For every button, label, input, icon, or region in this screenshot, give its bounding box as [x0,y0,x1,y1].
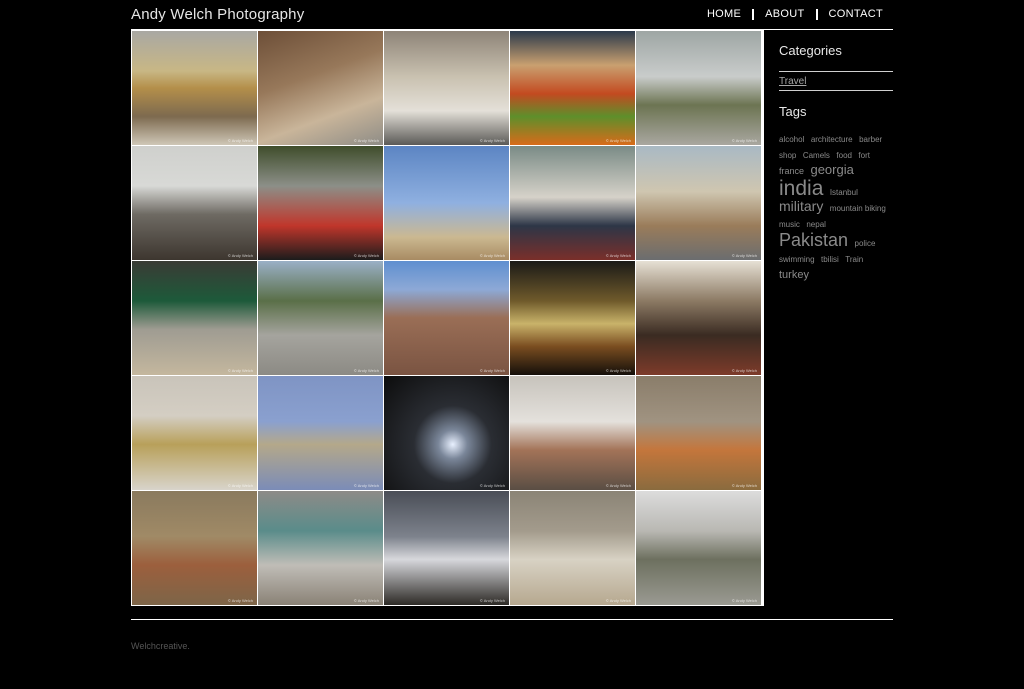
main-nav: HOME ABOUT CONTACT [707,8,883,20]
tag-link[interactable]: fort [858,151,870,160]
photo-watermark: © Andy Welch [479,368,505,373]
photo-watermark: © Andy Welch [605,598,631,603]
blue-wall-photo[interactable]: © Andy Welch [258,376,383,490]
city-square-photo[interactable]: © Andy Welch [258,261,383,375]
photo-watermark: © Andy Welch [731,368,757,373]
photo-watermark: © Andy Welch [605,253,631,258]
drummer-photo[interactable]: © Andy Welch [636,261,761,375]
tag-link[interactable]: swimming [779,255,815,264]
laptop-men-photo[interactable]: © Andy Welch [510,146,635,260]
tag-link[interactable]: Pakistan [779,230,848,250]
armored-vehicle-photo[interactable]: © Andy Welch [636,491,761,605]
photo-watermark: © Andy Welch [479,483,505,488]
photo-watermark: © Andy Welch [605,483,631,488]
golden-temple-photo[interactable]: © Andy Welch [132,31,257,145]
tag-link[interactable]: india [779,177,823,200]
tag-link[interactable]: architecture [811,135,853,144]
nav-home[interactable]: HOME [707,8,741,20]
footer-credit[interactable]: Welchcreative. [131,641,190,651]
man-with-photo-photo[interactable]: © Andy Welch [258,146,383,260]
tag-link[interactable]: alcohol [779,135,804,144]
photo-watermark: © Andy Welch [479,598,505,603]
photo-watermark: © Andy Welch [227,368,253,373]
fort-wall-photo[interactable]: © Andy Welch [384,261,509,375]
tag-link[interactable]: turkey [779,269,809,281]
photo-watermark: © Andy Welch [731,253,757,258]
sunset-clouds-photo[interactable]: © Andy Welch [510,261,635,375]
site-header: Andy Welch Photography HOME ABOUT CONTAC… [131,0,893,30]
elders-seated-photo[interactable]: © Andy Welch [384,31,509,145]
nav-divider [752,8,755,20]
mountain-biker-photo[interactable]: © Andy Welch [258,31,383,145]
camels-desert-photo[interactable]: © Andy Welch [510,491,635,605]
photo-watermark: © Andy Welch [353,253,379,258]
tag-link[interactable]: Camels [803,151,830,160]
jumping-boy-photo[interactable]: © Andy Welch [384,146,509,260]
photo-watermark: © Andy Welch [227,138,253,143]
tag-link[interactable]: police [855,239,876,248]
shore-silhouettes-photo[interactable]: © Andy Welch [384,491,509,605]
photo-watermark: © Andy Welch [353,483,379,488]
photo-gallery: © Andy Welch © Andy Welch © Andy Welch © An… [131,30,764,606]
photo-watermark: © Andy Welch [731,598,757,603]
photo-watermark: © Andy Welch [353,598,379,603]
nav-about[interactable]: ABOUT [765,8,804,20]
photo-watermark: © Andy Welch [353,368,379,373]
categories-divider-bottom [779,90,893,91]
tag-link[interactable]: music [779,220,800,229]
photo-watermark: © Andy Welch [353,138,379,143]
photo-watermark: © Andy Welch [731,138,757,143]
photo-watermark: © Andy Welch [227,253,253,258]
photo-watermark: © Andy Welch [479,253,505,258]
nav-contact[interactable]: CONTACT [829,8,883,20]
street-bicycle-photo[interactable]: © Andy Welch [132,261,257,375]
site-title[interactable]: Andy Welch Photography [131,6,304,23]
category-travel[interactable]: Travel [779,76,806,87]
light-glow-photo[interactable]: © Andy Welch [384,376,509,490]
tag-link[interactable]: Istanbul [830,188,858,197]
soldier-camera-photo[interactable]: © Andy Welch [636,31,761,145]
footer-divider [131,619,893,620]
tag-link[interactable]: nepal [806,220,826,229]
tag-link[interactable]: france [779,166,804,176]
beach-crowd-photo[interactable]: © Andy Welch [132,146,257,260]
barber-shop-photo[interactable]: © Andy Welch [510,376,635,490]
tag-link[interactable]: mountain biking [830,204,886,213]
tag-link[interactable]: georgia [810,162,853,177]
tag-link[interactable]: food [836,151,852,160]
photo-watermark: © Andy Welch [227,483,253,488]
photo-watermark: © Andy Welch [731,483,757,488]
tag-link[interactable]: tbilisi [821,255,839,264]
kids-group-photo[interactable]: © Andy Welch [132,376,257,490]
swimming-boy-photo[interactable]: © Andy Welch [132,491,257,605]
categories-divider-top [779,71,893,72]
tags-heading: Tags [779,104,807,119]
photo-watermark: © Andy Welch [605,368,631,373]
photo-watermark: © Andy Welch [605,138,631,143]
nav-divider [815,8,818,20]
tag-link[interactable]: Train [845,255,863,264]
tag-link[interactable]: military [779,198,823,214]
photo-watermark: © Andy Welch [479,138,505,143]
fruit-stall-photo[interactable]: © Andy Welch [510,31,635,145]
street-men-photo[interactable]: © Andy Welch [258,491,383,605]
river-bather-photo[interactable]: © Andy Welch [636,376,761,490]
photo-watermark: © Andy Welch [227,598,253,603]
bicycle-man-portrait-photo[interactable]: © Andy Welch [636,146,761,260]
categories-heading: Categories [779,43,842,58]
tag-cloud: alcohol architecture barber shop Camels … [779,130,893,282]
